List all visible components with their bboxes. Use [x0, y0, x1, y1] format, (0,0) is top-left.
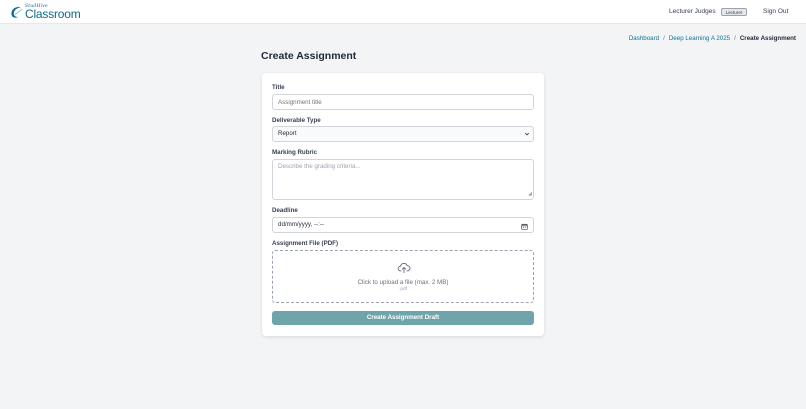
create-assignment-form: Title Deliverable Type Report Marking Ru…: [262, 73, 544, 336]
logo-name: Classroom: [25, 7, 81, 21]
file-upload-dropzone[interactable]: Click to upload a file (max. 2 MB) .pdf: [272, 250, 534, 303]
breadcrumb: Dashboard / Deep Learning A 2025 / Creat…: [629, 35, 796, 42]
assignment-file-label: Assignment File (PDF): [272, 240, 339, 247]
resize-handle-icon[interactable]: ◢: [528, 190, 532, 198]
breadcrumb-course[interactable]: Deep Learning A 2025: [669, 35, 730, 42]
create-assignment-draft-button[interactable]: Create Assignment Draft: [272, 311, 534, 325]
title-label: Title: [272, 84, 285, 91]
navbar: StudHive Classroom Lecturer Judges Lectu…: [0, 0, 806, 24]
breadcrumb-current: Create Assignment: [739, 35, 796, 42]
logo[interactable]: StudHive Classroom: [10, 4, 81, 21]
upload-file-type-hint: .pdf: [398, 287, 407, 292]
upload-instructions: Click to upload a file (max. 2 MB): [357, 279, 449, 286]
deadline-input[interactable]: dd/mm/yyyy, --:--: [272, 217, 534, 233]
chevron-down-icon: [524, 129, 530, 143]
marking-rubric-textarea[interactable]: Describe the grading criteria... ◢: [272, 159, 534, 200]
breadcrumb-dashboard[interactable]: Dashboard: [629, 35, 659, 42]
page-title: Create Assignment: [261, 50, 357, 62]
deadline-label: Deadline: [272, 207, 298, 214]
title-input[interactable]: [272, 94, 534, 110]
deadline-placeholder: dd/mm/yyyy, --:--: [278, 221, 324, 228]
logo-swoosh-icon: [11, 6, 23, 18]
breadcrumb-separator: /: [663, 35, 665, 42]
role-badge: Lecturer: [721, 8, 747, 16]
deliverable-type-select[interactable]: Report: [272, 126, 534, 142]
deliverable-type-value: Report: [278, 130, 297, 137]
calendar-icon[interactable]: [521, 222, 528, 236]
user-name: Lecturer Judges: [669, 8, 716, 15]
sign-out-button[interactable]: Sign Out: [763, 8, 788, 15]
marking-rubric-label: Marking Rubric: [272, 149, 318, 156]
rubric-placeholder: Describe the grading criteria...: [278, 163, 361, 170]
deliverable-type-label: Deliverable Type: [272, 117, 321, 124]
breadcrumb-separator: /: [734, 35, 736, 42]
upload-cloud-icon: [397, 261, 411, 280]
